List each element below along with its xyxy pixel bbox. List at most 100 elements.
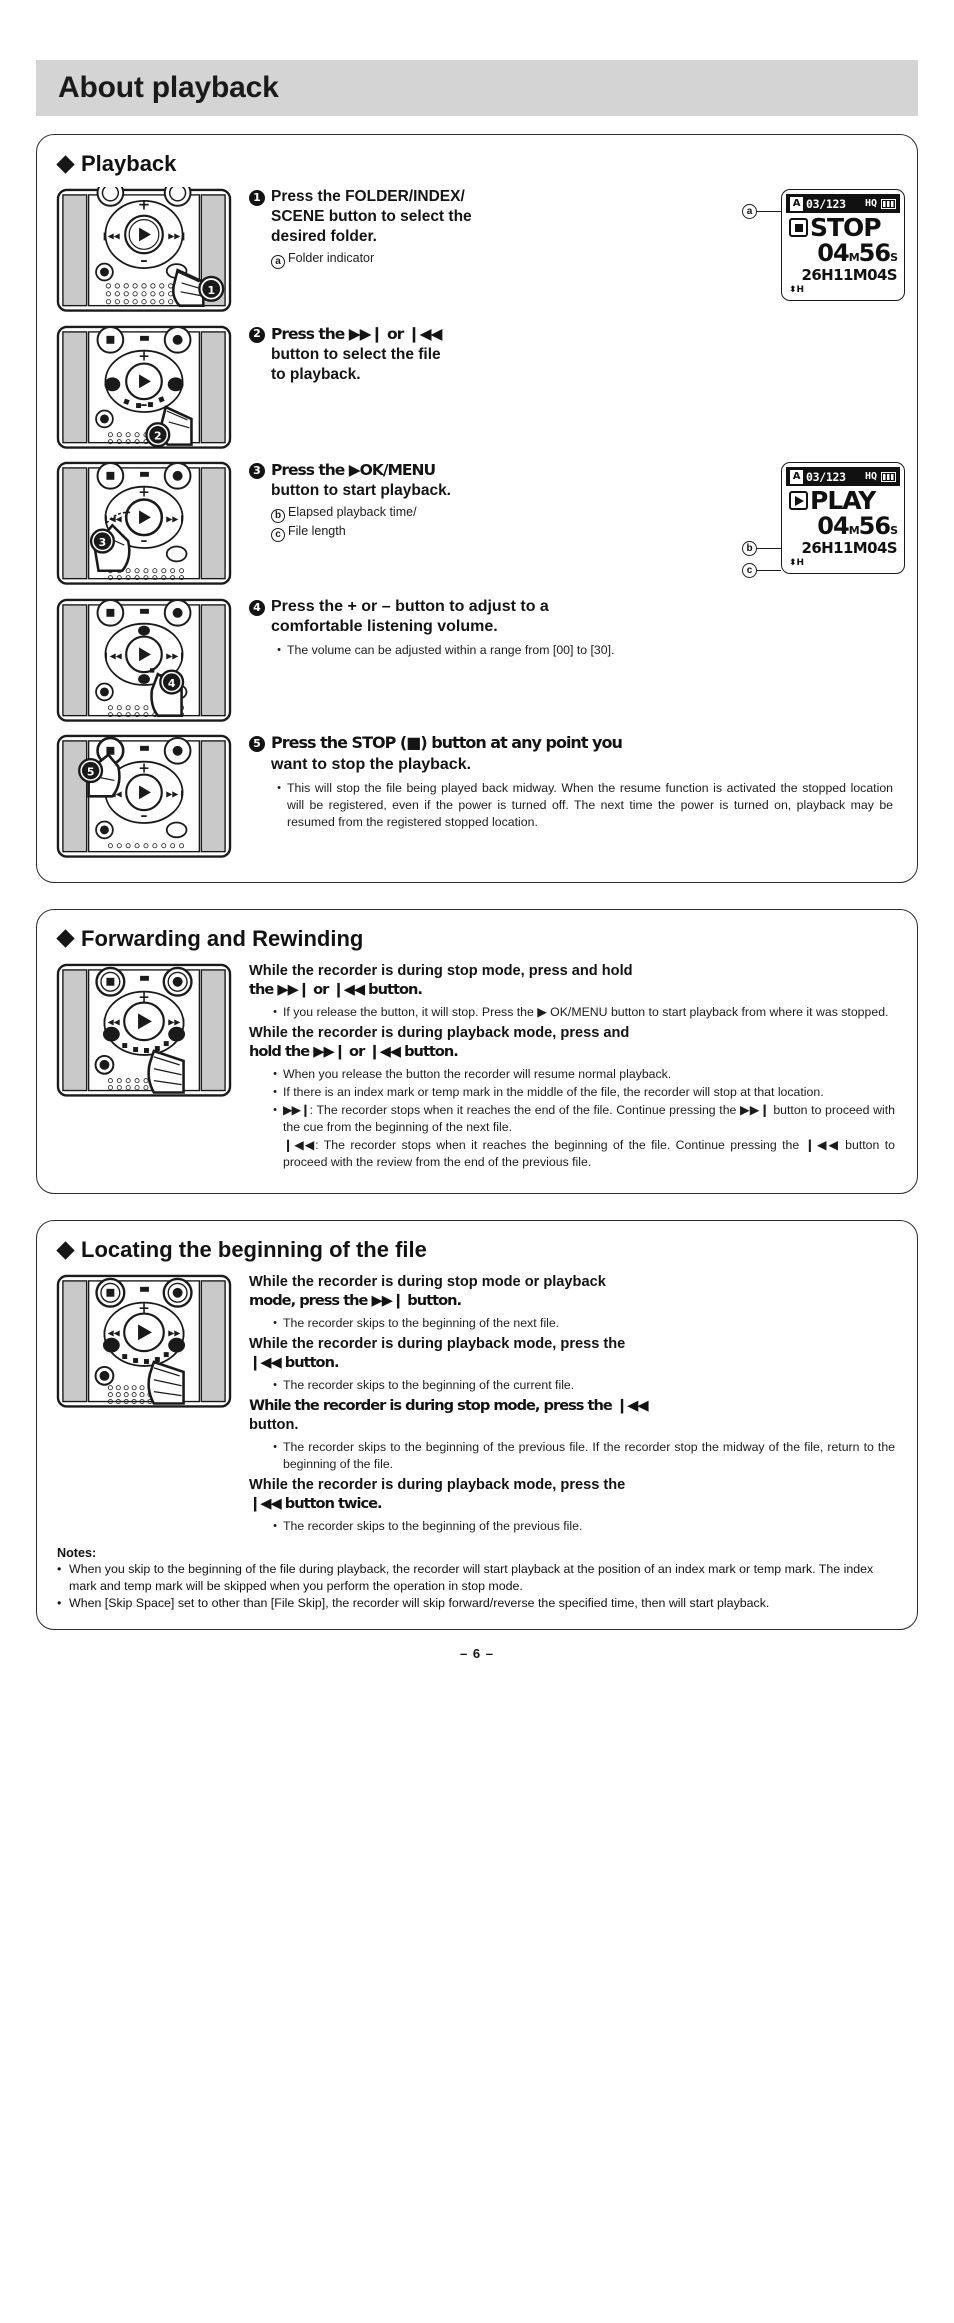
svg-text:▶▶❙: ▶▶❙ [166, 790, 185, 799]
forwarding-bullets-1: • If you release the button, it will sto… [267, 1004, 895, 1021]
svg-text:❙◀◀: ❙◀◀ [101, 1329, 121, 1338]
recorder-diagram-4: ❙◀◀ ▶▶❙ 4 [56, 598, 232, 722]
list-item: • The recorder skips to the beginning of… [267, 1518, 895, 1535]
svg-text:▶▶❙: ▶▶❙ [166, 651, 185, 660]
list-item: • The recorder skips to the beginning of… [267, 1315, 895, 1332]
lcd-play-elapsed: 04M56S [789, 512, 898, 541]
forwarding-head2-line2: hold the ▶▶❙ or ❙◀◀ button. [249, 1042, 459, 1060]
svg-text:+: + [138, 197, 150, 214]
list-item: ❙◀◀: The recorder stops when it reaches … [267, 1137, 895, 1171]
forwarding-head2-line1: While the recorder is during playback mo… [249, 1024, 630, 1041]
bullet-dot-icon: • [273, 1103, 277, 1116]
forwarding-rew-text: : The recorder stops when it reaches the… [283, 1137, 895, 1169]
svg-text:+: + [138, 485, 150, 501]
section-heading-forwarding: Forwarding and Rewinding [56, 926, 899, 952]
play-icon [789, 491, 808, 511]
lcd-stop-cell: a A 03/123 HQ STOP 04M56S 26H11M04S ⬍H [742, 183, 905, 301]
forwarding-head1-line2: the ▶▶❙ or ❙◀◀ button. [249, 980, 423, 998]
manual-page: About playback Playback + – ❙◀◀ ▶▶❙ 1 1 … [0, 0, 954, 2323]
lcd-stop-mic-indicator: ⬍H [789, 285, 805, 295]
section-locating-beginning: Locating the beginning of the file + ❙◀◀… [36, 1220, 918, 1630]
section-heading-playback: Playback [56, 151, 899, 177]
page-title: About playback [58, 71, 279, 104]
lcd-play-mode-line: PLAY [789, 488, 897, 513]
locating-bullets-2: • The recorder skips to the beginning of… [267, 1377, 895, 1394]
forwarding-row: + ❙◀◀ ▶▶❙ While the recorder is during s… [55, 958, 899, 1172]
lcd-play-mode-label: PLAY [810, 486, 876, 516]
device-illustration-5: + – ❙◀◀ ▶▶❙ [55, 729, 235, 860]
locating-bullet-3: The recorder skips to the beginning of t… [283, 1440, 895, 1472]
step-1-line1: Press the FOLDER/INDEX/ [271, 188, 465, 205]
svg-text:❙◀◀: ❙◀◀ [103, 651, 123, 660]
lcd-stop-body: STOP 04M56S 26H11M04S ⬍H [786, 213, 900, 296]
lcd-play-mic-indicator: ⬍H [789, 558, 805, 569]
bullet-dot-icon: • [273, 1067, 277, 1080]
lcd-stop-elapsed-min: 04 [817, 239, 849, 267]
locating-row: + ❙◀◀ ▶▶❙ While the recorder is during s… [55, 1269, 899, 1536]
lcd-stop-elapsed-min-unit: M [848, 251, 860, 264]
step-row-5: + – ❙◀◀ ▶▶❙ [55, 729, 899, 860]
lcd-play-quality: HQ [864, 471, 877, 483]
bullet-dot-icon: • [273, 1317, 277, 1330]
step-4-line2: comfortable listening volume. [271, 618, 498, 636]
forwarding-bullet-3: If there is an index mark or temp mark i… [283, 1084, 824, 1099]
step-number-4: 4 [249, 599, 265, 616]
locating-head1-line2: mode, press the ▶▶❙ button. [249, 1292, 462, 1310]
section-heading-label: Playback [81, 151, 177, 176]
step-number-5: 5 [249, 736, 265, 753]
step-4-bullets: • The volume can be adjusted within a ra… [271, 642, 893, 659]
step-text-4: 4 Press the + or – button to adjust to a… [235, 593, 899, 661]
forwarding-bullet-2: When you release the button the recorder… [283, 1066, 672, 1081]
callout-letter-c: c [271, 527, 285, 542]
step-3-line1: Press the ▶OK/MENU [271, 461, 436, 480]
folder-indicator-icon: A [790, 196, 803, 211]
lcd-play-file-number: 03/123 [806, 469, 846, 484]
bullet-dot-icon: • [273, 1085, 277, 1098]
forwarding-bullets-2: • When you release the button the record… [267, 1066, 895, 1171]
svg-text:–: – [141, 533, 148, 549]
section-playback: Playback + – ❙◀◀ ▶▶❙ 1 1 Press the FOLDE… [36, 134, 918, 883]
svg-text:❙◀◀: ❙◀◀ [103, 514, 123, 523]
step-text-3: 3 Press the ▶OK/MENU button to start pla… [235, 456, 773, 542]
locating-head4-line2: ❙◀◀ button twice. [249, 1495, 383, 1513]
lcd-play-elapsed-sec: 56 [858, 512, 891, 541]
lcd-play-statusbar: A 03/123 HQ [786, 467, 900, 487]
lcd-display-play: b c A 03/123 HQ PLAY 04M56S 26H11M04S ⬍H [742, 462, 905, 579]
callout-c-line [757, 569, 781, 572]
recorder-diagram-2: + – 2 [56, 325, 232, 449]
locating-head3-line2: button. [249, 1417, 299, 1434]
note-1: When you skip to the beginning of the fi… [69, 1562, 874, 1593]
list-item: • The recorder skips to the beginning of… [267, 1377, 895, 1394]
step-number-3: 3 [249, 463, 265, 480]
locating-head2-line2: ❙◀◀ button. [249, 1354, 340, 1372]
stop-icon [789, 218, 808, 237]
locating-head3-line1: While the recorder is during stop mode, … [249, 1397, 649, 1415]
callout-b-leader: b [742, 541, 781, 557]
svg-text:+: + [138, 989, 150, 1005]
device-illustration-3: + – ❙◀◀ ▶▶❙ 3 [55, 456, 235, 587]
list-item: • If there is an index mark or temp mark… [267, 1084, 895, 1101]
svg-text:▶▶❙: ▶▶❙ [168, 1329, 187, 1338]
device-illustration-2: + – 2 [55, 320, 235, 451]
forwarding-head1-line1: While the recorder is during stop mode, … [249, 962, 633, 979]
list-item: • When you release the button the record… [267, 1066, 895, 1083]
recorder-diagram-3: + – ❙◀◀ ▶▶❙ 3 [56, 461, 232, 585]
diamond-bullet-icon [56, 929, 75, 949]
step-1-subnote: a Folder indicator [271, 250, 773, 270]
notes-list: • When you skip to the beginning of the … [57, 1561, 899, 1612]
list-item: • ▶▶❙: The recorder stops when it reache… [267, 1102, 895, 1136]
diamond-bullet-icon [56, 154, 75, 174]
step-1-line3: desired folder. [271, 228, 377, 246]
notes-title: Notes: [57, 1546, 97, 1561]
callout-b-line [757, 547, 781, 550]
bullet-dot-icon: • [273, 1379, 277, 1392]
svg-text:–: – [141, 397, 148, 413]
callout-a-line [757, 210, 781, 213]
svg-text:▶▶❙: ▶▶❙ [166, 514, 185, 523]
lcd-play-elapsed-min: 04 [817, 512, 849, 541]
locating-head2-line1: While the recorder is during playback mo… [249, 1336, 626, 1353]
svg-text:❙◀◀: ❙◀◀ [101, 231, 121, 240]
step-row-4: ❙◀◀ ▶▶❙ 4 4 Press the + or – button to a… [55, 593, 899, 724]
locating-head-2: While the recorder is during playback mo… [249, 1335, 895, 1373]
page-number: – 6 – [460, 1645, 494, 1661]
